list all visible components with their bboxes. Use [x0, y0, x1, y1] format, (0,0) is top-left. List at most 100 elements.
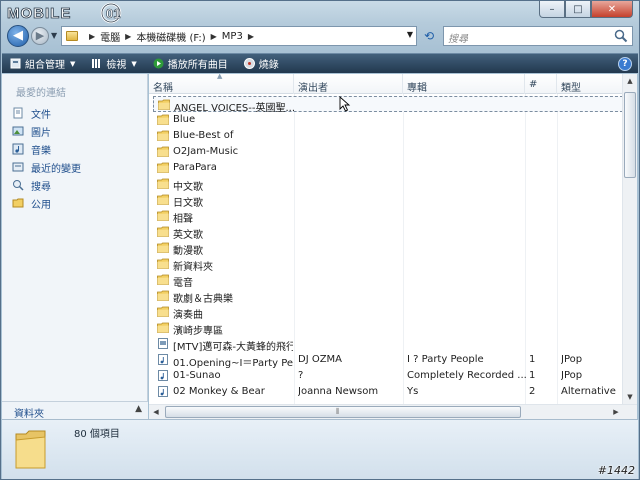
recent-pages-dropdown[interactable]: ▼ — [51, 31, 57, 40]
favorite-link[interactable]: 搜尋 — [12, 176, 81, 194]
file-row[interactable]: ParaPara — [153, 160, 623, 176]
favorite-link[interactable]: 公用 — [12, 194, 81, 212]
file-name: 動漫歌 — [173, 246, 203, 257]
column-album[interactable]: 專輯 — [403, 74, 525, 94]
file-row[interactable]: 電音 — [153, 272, 623, 289]
search-icon[interactable] — [614, 29, 628, 43]
favorite-link-label: 音樂 — [31, 145, 51, 157]
organize-menu[interactable]: 組合管理 ▼ — [2, 54, 83, 73]
close-button[interactable]: ✕ — [591, 1, 633, 18]
file-name: [MTV]邁可森-大黃蜂的飛行 — [173, 342, 293, 353]
play-all-button[interactable]: 播放所有曲目 — [145, 54, 236, 73]
file-row[interactable]: 02 Monkey & Bear Joanna Newsom Ys 2 Alternat… — [153, 384, 623, 400]
file-row[interactable]: ANGEL VOICES--英國聖... — [153, 96, 623, 114]
minimize-button[interactable]: – — [539, 1, 565, 18]
file-row[interactable]: 中文歌 — [153, 176, 623, 193]
folder-icon — [157, 242, 169, 253]
video-file-icon — [158, 338, 168, 349]
file-row[interactable]: 日文歌 — [153, 192, 623, 209]
file-row[interactable]: 01-Sunao? Completely Recorded ... 1 JPop — [153, 368, 623, 384]
folder-icon — [157, 226, 169, 237]
column-name[interactable]: 名稱 ▲ — [149, 74, 294, 94]
file-row[interactable]: 新資料夾 — [153, 256, 623, 273]
column-genre[interactable]: 類型 — [557, 74, 625, 94]
file-list: 名稱 ▲ 演出者 專輯 # 類型 ANGEL VOICES--英國聖... Blu… — [149, 74, 637, 419]
search-placeholder: 搜尋 — [448, 34, 468, 45]
file-name: 相聲 — [173, 214, 193, 225]
favorite-link[interactable]: 圖片 — [12, 122, 81, 140]
forward-button[interactable]: ▶ — [31, 27, 49, 45]
file-row[interactable]: O2Jam-Music — [153, 144, 623, 160]
vertical-scroll-thumb[interactable] — [624, 92, 636, 178]
help-icon[interactable]: ? — [618, 57, 632, 71]
file-album: I ? Party People — [407, 354, 484, 365]
file-row[interactable]: 動漫歌 — [153, 240, 623, 257]
window-controls: – □ ✕ — [539, 1, 633, 18]
scroll-down-icon[interactable]: ▼ — [623, 390, 637, 404]
file-name: 演奏曲 — [173, 310, 203, 321]
views-icon — [92, 59, 101, 68]
chevron-up-icon[interactable]: ▲ — [135, 404, 142, 414]
vertical-scrollbar[interactable]: ▲ ▼ — [622, 74, 637, 404]
chevron-down-icon: ▼ — [131, 59, 137, 68]
folder-icon — [157, 210, 169, 221]
watermark-tag: #1442 — [597, 464, 635, 477]
horizontal-scrollbar[interactable]: ◀ ⦀ ▶ — [149, 404, 637, 419]
svg-text:MOBILE: MOBILE — [7, 5, 71, 22]
chevron-right-icon[interactable]: ▶ — [248, 32, 254, 41]
file-row[interactable]: 01.Opening~I＝Party Pe... DJ OZMA I ? Party… — [153, 352, 623, 369]
favorite-link[interactable]: 最近的變更 — [12, 158, 81, 176]
column-artist[interactable]: 演出者 — [294, 74, 403, 94]
details-pane: 80 個項目 #1442 — [2, 419, 638, 479]
address-dropdown-icon[interactable]: ▼ — [407, 30, 413, 39]
file-row[interactable]: 濱崎步專區 — [153, 320, 623, 337]
file-genre: JPop — [561, 370, 583, 381]
column-track[interactable]: # — [525, 74, 557, 94]
breadcrumb-computer[interactable]: 電腦 — [100, 29, 120, 44]
folder-icon — [157, 258, 169, 269]
file-row[interactable]: 英文歌 — [153, 224, 623, 241]
file-row[interactable]: Blue-Best of — [153, 128, 623, 144]
favorite-links-title: 最愛的連結 — [16, 88, 66, 99]
breadcrumb-drive[interactable]: 本機磁碟機 (F:) — [136, 29, 205, 44]
folder-icon — [157, 130, 169, 141]
address-bar[interactable]: ▶ 電腦 ▶ 本機磁碟機 (F:) ▶ MP3 ▶ ▼ — [61, 26, 417, 46]
folder-icon — [157, 290, 169, 301]
breadcrumb-mp3[interactable]: MP3 — [222, 31, 243, 42]
burn-button[interactable]: 燒錄 — [236, 54, 287, 73]
file-row[interactable]: 歌劇＆古典樂 — [153, 288, 623, 305]
scroll-right-icon[interactable]: ▶ — [609, 405, 623, 419]
file-name: O2Jam-Music — [173, 146, 239, 157]
favorite-link-label: 文件 — [31, 109, 51, 121]
file-name: 01-Sunao — [173, 370, 221, 381]
file-row[interactable]: [MTV]邁可森-大黃蜂的飛行 — [153, 336, 623, 353]
file-row[interactable]: 相聲 — [153, 208, 623, 225]
refresh-button[interactable]: ⟲ — [420, 28, 438, 44]
file-row[interactable]: Blue — [153, 112, 623, 128]
folders-toggle[interactable]: 資料夾 ▲ — [2, 401, 148, 420]
file-row[interactable]: 演奏曲 — [153, 304, 623, 321]
file-name: ParaPara — [173, 162, 217, 173]
pictures-icon — [12, 126, 24, 136]
horizontal-scroll-thumb[interactable]: ⦀ — [165, 406, 521, 418]
scroll-up-icon[interactable]: ▲ — [623, 74, 637, 88]
chevron-right-icon[interactable]: ▶ — [125, 32, 131, 41]
favorite-link[interactable]: 音樂 — [12, 140, 81, 158]
file-name: 日文歌 — [173, 198, 203, 209]
column-header: 名稱 ▲ 演出者 專輯 # 類型 — [149, 74, 625, 94]
folder-icon — [157, 322, 169, 333]
file-artist: Joanna Newsom — [298, 386, 379, 397]
folder-icon — [15, 430, 46, 469]
chevron-right-icon[interactable]: ▶ — [89, 32, 95, 41]
chevron-right-icon[interactable]: ▶ — [211, 32, 217, 41]
favorite-link[interactable]: 文件 — [12, 104, 81, 122]
scroll-left-icon[interactable]: ◀ — [149, 405, 163, 419]
play-all-label: 播放所有曲目 — [167, 60, 228, 71]
views-menu[interactable]: 檢視 ▼ — [83, 54, 144, 73]
organize-icon — [10, 58, 21, 69]
back-button[interactable]: ◀ — [7, 25, 29, 47]
file-name: 濱崎步專區 — [173, 326, 223, 337]
search-input[interactable]: 搜尋 — [443, 26, 633, 46]
favorite-link-label: 搜尋 — [31, 181, 51, 193]
maximize-button[interactable]: □ — [565, 1, 591, 18]
